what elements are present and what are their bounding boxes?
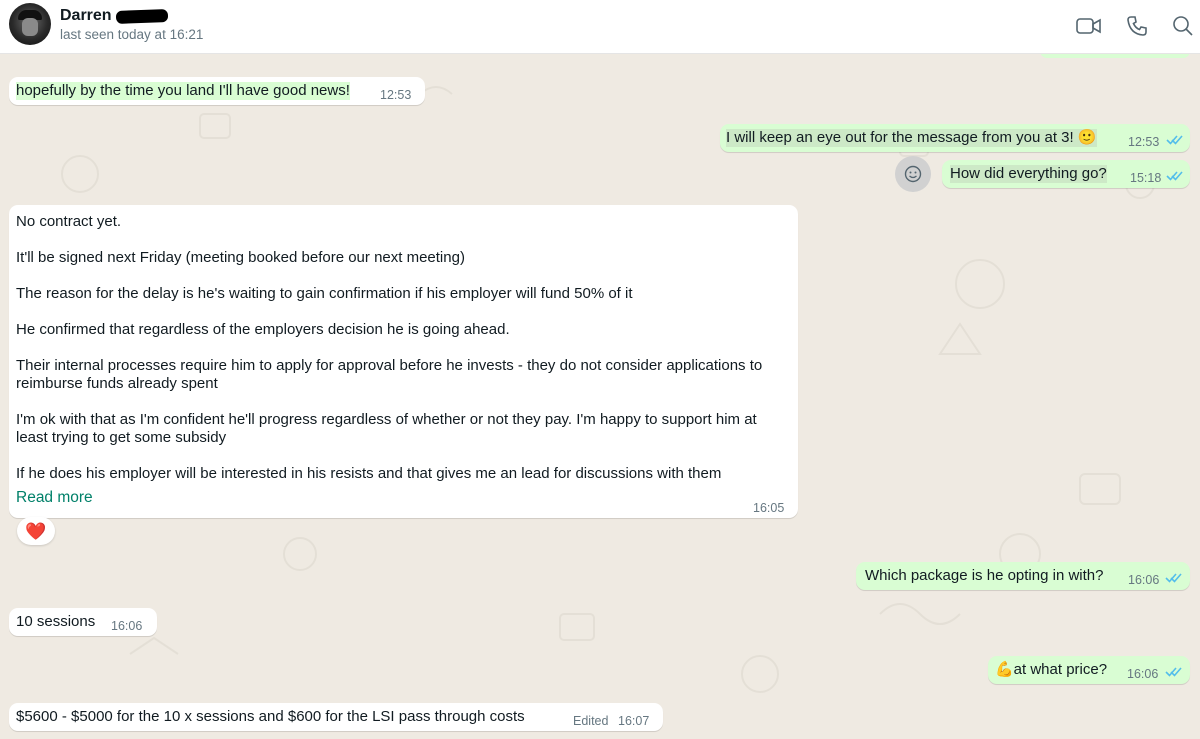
- voice-call-icon[interactable]: [1122, 12, 1152, 40]
- message-text: 💪at what price?: [995, 661, 1108, 678]
- message-text: 10 sessions: [16, 613, 96, 630]
- video-call-icon[interactable]: [1074, 12, 1104, 40]
- message-paragraph: Their internal processes require him to …: [16, 357, 763, 392]
- edited-label: Edited: [573, 714, 609, 728]
- message-text: hopefully by the time you land I'll have…: [16, 82, 350, 100]
- message-time: 12:53: [380, 88, 412, 102]
- message-paragraph: The reason for the delay is he's waiting…: [16, 285, 633, 302]
- message-bubble-incoming[interactable]: $5600 - $5000 for the 10 x sessions and …: [9, 703, 663, 731]
- read-ticks-icon: [1165, 667, 1182, 677]
- avatar[interactable]: [9, 3, 51, 45]
- heart-icon: ❤️: [25, 521, 47, 541]
- read-ticks-icon: [1166, 171, 1183, 181]
- message-bubble-incoming[interactable]: hopefully by the time you land I'll have…: [9, 77, 425, 105]
- contact-name[interactable]: Darren: [60, 7, 112, 25]
- message-paragraph: If he does his employer will be interest…: [16, 465, 722, 482]
- read-ticks-icon: [1165, 573, 1182, 583]
- message-time: 16:07: [618, 714, 650, 728]
- message-time: 16:05: [753, 501, 785, 515]
- message-text: I will keep an eye out for the message f…: [726, 129, 1097, 147]
- message-time: 12:53: [1128, 135, 1160, 149]
- message-text: How did everything go?: [950, 165, 1107, 183]
- message-bubble-incoming[interactable]: 10 sessions 16:06: [9, 608, 157, 636]
- message-time: 16:06: [1128, 573, 1160, 587]
- search-icon[interactable]: [1168, 12, 1198, 40]
- heart-reaction-badge[interactable]: ❤️: [17, 517, 55, 545]
- emoji-icon: [904, 165, 922, 183]
- message-bubble-outgoing[interactable]: I will keep an eye out for the message f…: [720, 124, 1190, 152]
- last-seen-status: last seen today at 16:21: [60, 27, 204, 42]
- message-paragraph: No contract yet.: [16, 213, 122, 230]
- read-ticks-icon: [1166, 135, 1183, 145]
- message-bubble-incoming-long[interactable]: No contract yet. It'll be signed next Fr…: [9, 205, 798, 518]
- read-more-link[interactable]: Read more: [16, 489, 93, 506]
- message-paragraph: He confirmed that regardless of the empl…: [16, 321, 510, 338]
- message-time: 16:06: [1127, 667, 1159, 681]
- message-text: $5600 - $5000 for the 10 x sessions and …: [16, 708, 525, 725]
- add-reaction-button[interactable]: [895, 156, 931, 192]
- message-time: 15:18: [1130, 171, 1162, 185]
- chat-header: Darren last seen today at 16:21: [0, 0, 1200, 54]
- message-time: 16:06: [111, 619, 143, 633]
- redaction-mark: [115, 9, 169, 24]
- message-paragraph: It'll be signed next Friday (meeting boo…: [16, 249, 465, 266]
- message-text: Which package is he opting in with?: [865, 567, 1104, 584]
- message-bubble-outgoing[interactable]: Which package is he opting in with? 16:0…: [856, 562, 1190, 590]
- message-paragraph: I'm ok with that as I'm confident he'll …: [16, 411, 757, 446]
- message-bubble-outgoing[interactable]: 💪at what price? 16:06: [988, 656, 1190, 684]
- avatar-face: [22, 18, 38, 36]
- message-bubble-outgoing[interactable]: How did everything go? 15:18: [942, 160, 1190, 188]
